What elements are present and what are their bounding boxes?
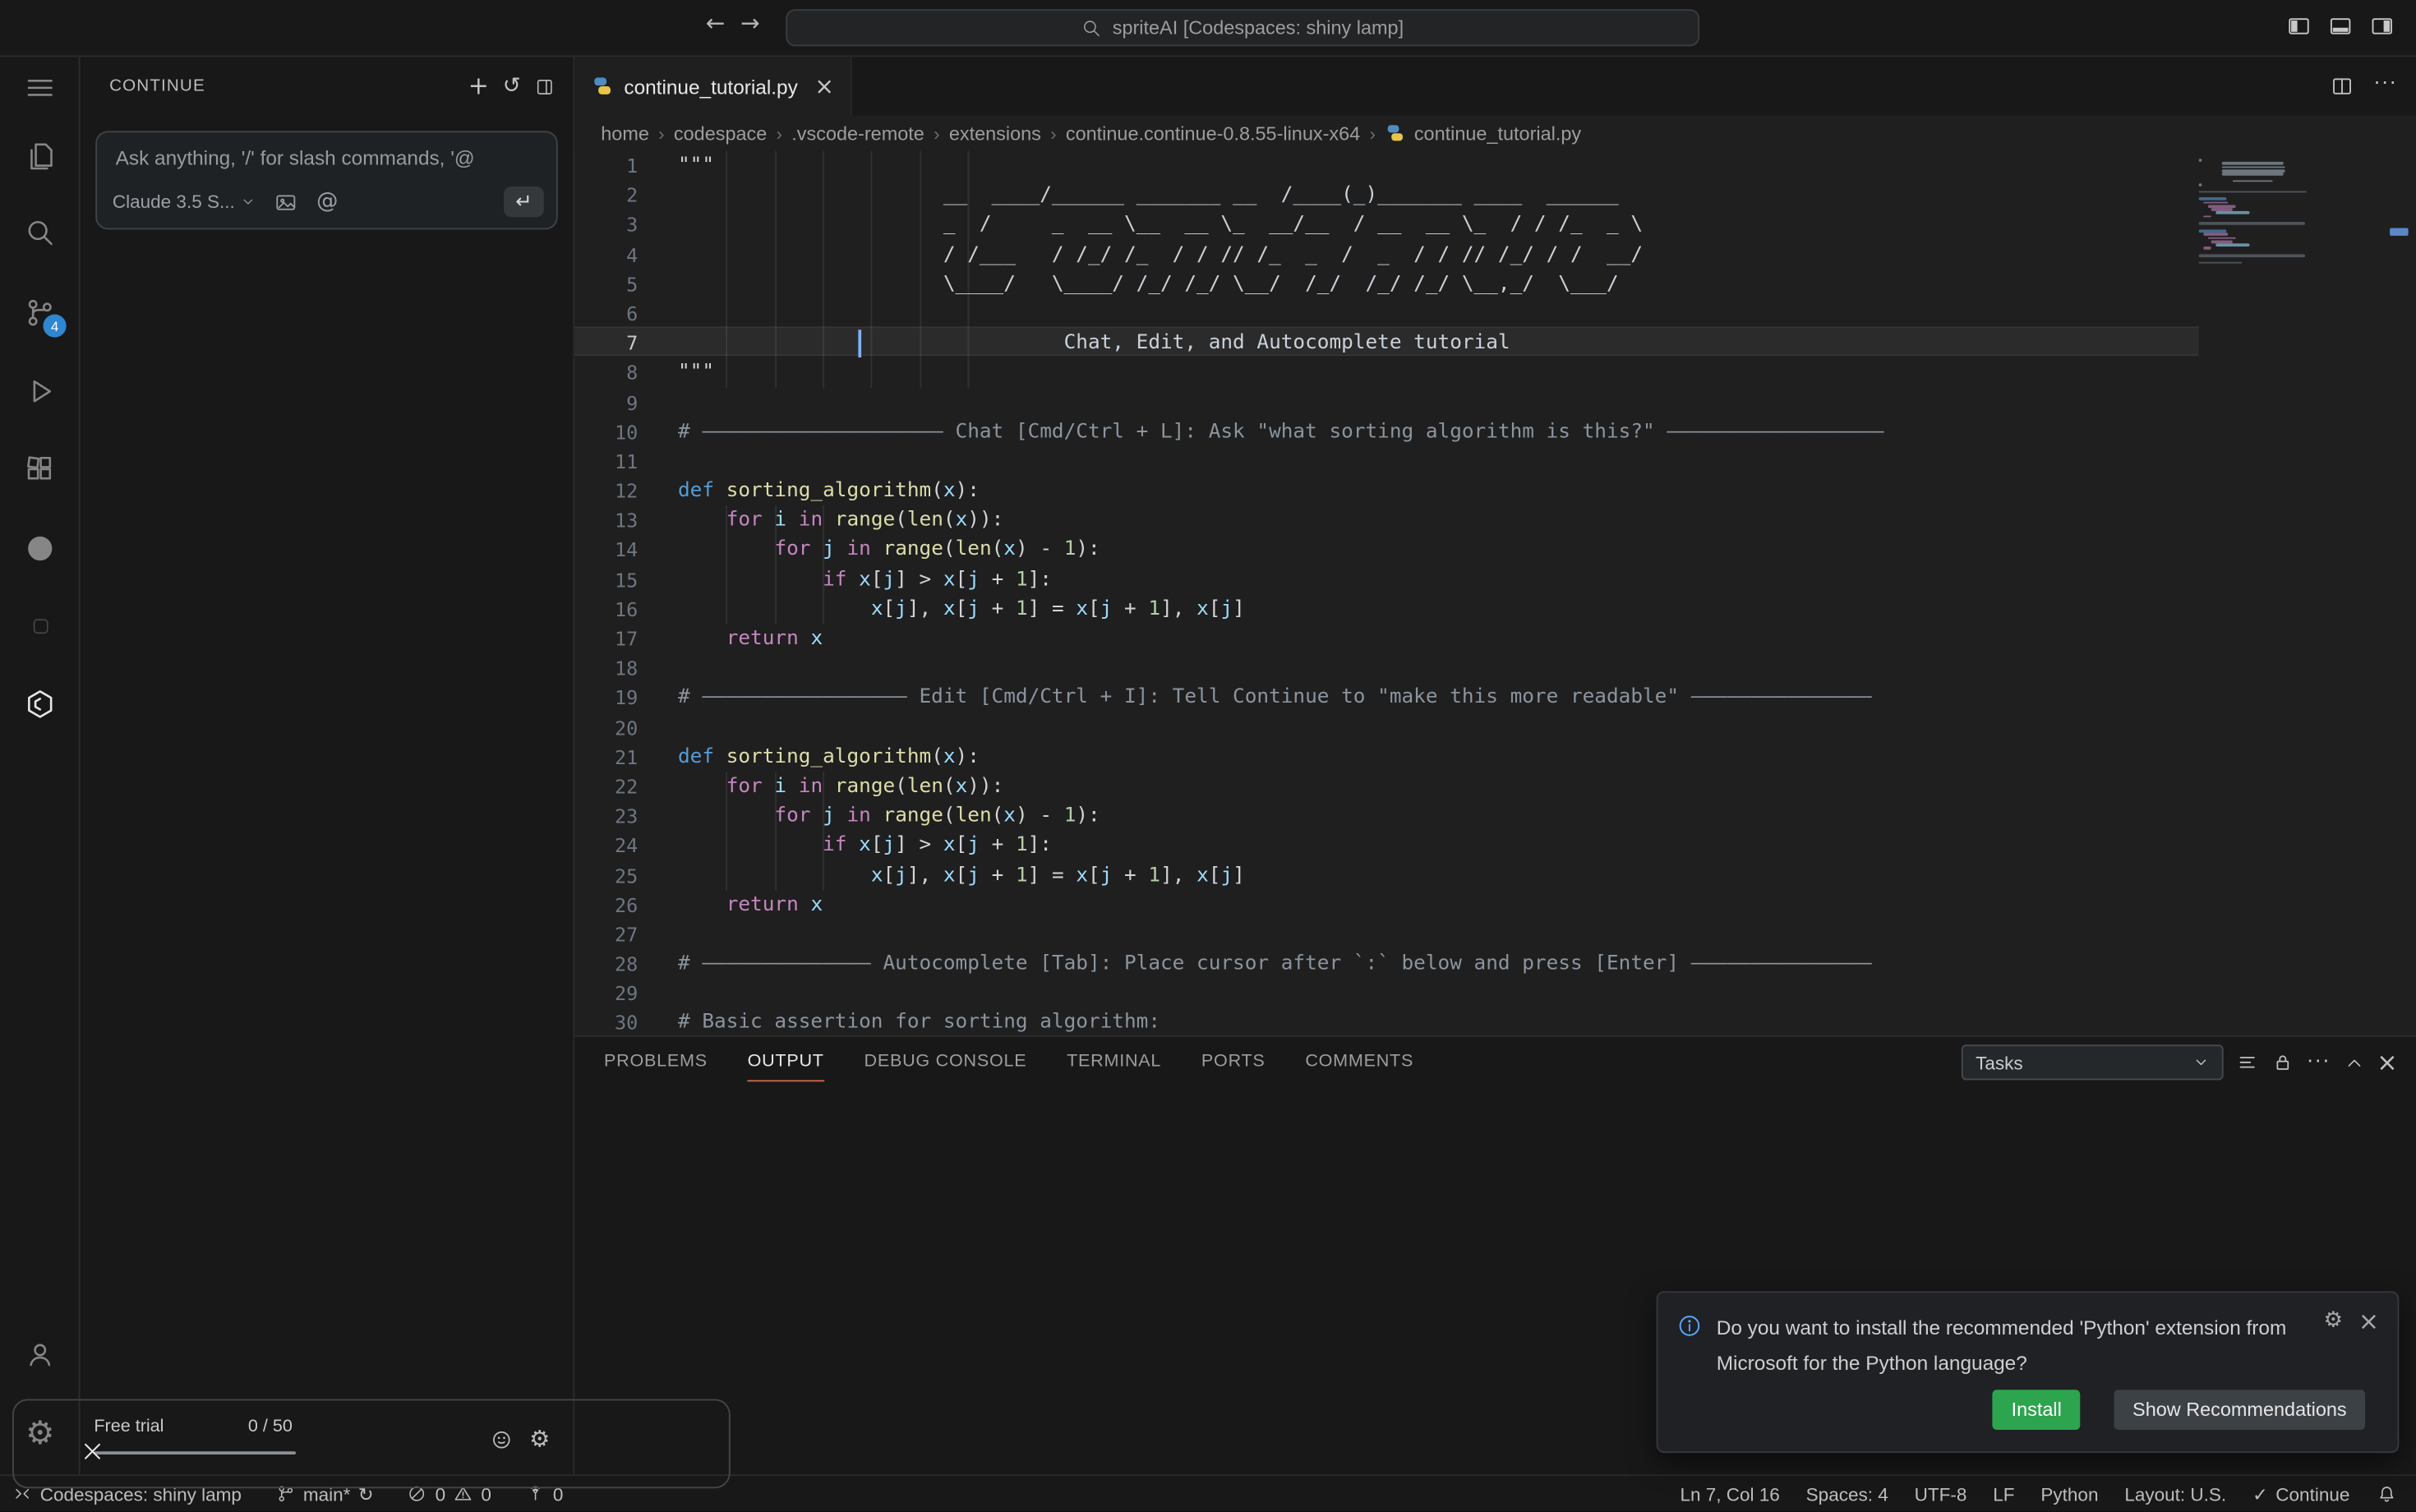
- minimap[interactable]: [2199, 151, 2382, 1035]
- chat-input[interactable]: Ask anything, '/' for slash commands, '@…: [95, 131, 558, 229]
- toggle-sidebar-icon[interactable]: [2287, 14, 2312, 39]
- model-selector[interactable]: Claude 3.5 S...: [113, 191, 256, 213]
- breadcrumb-item[interactable]: continue.continue-0.8.55-linux-x64: [1066, 122, 1360, 144]
- source-control-badge: 4: [44, 315, 67, 338]
- editor-more-icon[interactable]: ···: [2374, 74, 2398, 99]
- encoding-indicator[interactable]: UTF-8: [1915, 1483, 1967, 1505]
- chevron-right-icon: ›: [1050, 122, 1057, 144]
- panel-tab-ports[interactable]: PORTS: [1201, 1053, 1266, 1072]
- breadcrumb-item[interactable]: extensions: [949, 122, 1041, 144]
- chevron-up-icon[interactable]: [2343, 1052, 2364, 1073]
- info-icon: [1676, 1313, 1703, 1339]
- text-cursor: [859, 330, 862, 358]
- breadcrumb-item[interactable]: .vscode-remote: [791, 122, 924, 144]
- history-icon[interactable]: ↺: [503, 76, 521, 97]
- tab-close-icon[interactable]: ×: [814, 72, 834, 100]
- code-editor[interactable]: 1234567891011121314151617181920212223242…: [574, 151, 2416, 1035]
- check-icon: ✓: [2252, 1485, 2268, 1504]
- extension-misc-icon[interactable]: [0, 595, 81, 657]
- toggle-secondary-sidebar-icon[interactable]: [2370, 14, 2395, 39]
- chevron-right-icon: ›: [658, 122, 665, 144]
- attach-image-icon[interactable]: [274, 191, 297, 214]
- free-trial-usage: 0 / 50: [248, 1418, 293, 1436]
- continue-sidebar: CONTINUE + ↺ Ask anything, '/' for slash…: [81, 57, 575, 1475]
- split-editor-icon[interactable]: [2329, 74, 2354, 99]
- tab-label: continue_tutorial.py: [624, 75, 797, 98]
- chevron-right-icon: ›: [1369, 122, 1376, 144]
- tab-bar: continue_tutorial.py × ···: [574, 57, 2416, 115]
- panel-close-icon[interactable]: ×: [2377, 1050, 2397, 1075]
- python-file-icon: [592, 76, 613, 97]
- sidebar-title: CONTINUE: [109, 77, 468, 96]
- free-trial-widget: Free trial 0 / 50 ⚙: [12, 1399, 731, 1489]
- panel-tab-terminal[interactable]: TERMINAL: [1067, 1053, 1161, 1072]
- python-file-icon: [1385, 123, 1404, 143]
- free-trial-slider[interactable]: [94, 1451, 296, 1454]
- breadcrumb: home › codespace › .vscode-remote › exte…: [574, 116, 2416, 151]
- panel-more-icon[interactable]: ···: [2307, 1053, 2331, 1072]
- search-icon: [1081, 18, 1101, 38]
- nav-back-icon[interactable]: ←: [706, 12, 726, 35]
- free-trial-label: Free trial: [94, 1418, 164, 1436]
- continue-status-item[interactable]: ✓ Continue: [2252, 1483, 2349, 1505]
- maximize-panel-icon[interactable]: [535, 76, 555, 96]
- chevron-down-icon: [241, 194, 256, 210]
- gutter[interactable]: 1234567891011121314151617181920212223242…: [574, 151, 638, 1035]
- breadcrumb-item[interactable]: codespace: [674, 122, 767, 144]
- panel-tab-problems[interactable]: PROBLEMS: [604, 1053, 708, 1072]
- install-button[interactable]: Install: [1993, 1390, 2080, 1430]
- github-icon[interactable]: [0, 518, 81, 579]
- accounts-icon[interactable]: [0, 1324, 81, 1385]
- chevron-right-icon: ›: [934, 122, 940, 144]
- slider-handle-x-icon[interactable]: [79, 1437, 107, 1465]
- cursor-position-indicator[interactable]: Ln 7, Col 16: [1680, 1483, 1779, 1505]
- vscode-window: ← → spriteAI [Codespaces: shiny lamp]: [0, 0, 2416, 1512]
- output-list-icon[interactable]: [2236, 1051, 2259, 1074]
- notification-gear-icon[interactable]: ⚙: [2324, 1310, 2344, 1335]
- command-center-search[interactable]: spriteAI [Codespaces: shiny lamp]: [786, 9, 1699, 46]
- notification-message: Do you want to install the recommended '…: [1717, 1310, 2336, 1381]
- explorer-icon[interactable]: [0, 127, 81, 188]
- minimap-content: [2199, 159, 2382, 265]
- command-center-text: spriteAI [Codespaces: shiny lamp]: [1113, 17, 1404, 39]
- run-debug-icon[interactable]: [0, 361, 81, 422]
- code-lines: """ __ ____/______ _______ __ /____(_)__…: [678, 151, 1884, 1035]
- eol-indicator[interactable]: LF: [1993, 1483, 2014, 1505]
- menu-icon[interactable]: [0, 57, 81, 118]
- search-sidebar-icon[interactable]: [0, 202, 81, 264]
- keyboard-layout-indicator[interactable]: Layout: U.S.: [2124, 1483, 2226, 1505]
- free-trial-gear-icon[interactable]: ⚙: [529, 1428, 550, 1451]
- editor-area: continue_tutorial.py × ··· home › codesp…: [574, 57, 2416, 1035]
- title-bar: ← → spriteAI [Codespaces: shiny lamp]: [0, 0, 2416, 57]
- send-button[interactable]: ↵: [504, 187, 544, 218]
- chat-input-placeholder: Ask anything, '/' for slash commands, '@: [116, 146, 475, 169]
- indentation-indicator[interactable]: Spaces: 4: [1806, 1483, 1888, 1505]
- continue-extension-icon[interactable]: [0, 673, 81, 735]
- chevron-down-icon: [2192, 1054, 2210, 1072]
- panel-tab-comments[interactable]: COMMENTS: [1305, 1053, 1413, 1072]
- notification-toast: Do you want to install the recommended '…: [1657, 1291, 2400, 1453]
- extensions-icon[interactable]: [0, 439, 81, 500]
- chevron-right-icon: ›: [777, 122, 783, 144]
- new-session-icon[interactable]: +: [468, 74, 489, 99]
- notification-close-icon[interactable]: ×: [2358, 1310, 2379, 1335]
- lock-scroll-icon[interactable]: [2271, 1051, 2294, 1074]
- mention-icon[interactable]: @: [316, 191, 338, 213]
- panel-tab-debug-console[interactable]: DEBUG CONSOLE: [864, 1053, 1026, 1072]
- panel-tab-output[interactable]: OUTPUT: [748, 1053, 824, 1072]
- toggle-panel-icon[interactable]: [2328, 14, 2353, 39]
- breadcrumb-item-file[interactable]: continue_tutorial.py: [1414, 122, 1581, 144]
- breadcrumb-item[interactable]: home: [601, 122, 649, 144]
- show-recommendations-button[interactable]: Show Recommendations: [2114, 1390, 2366, 1430]
- output-channel-dropdown[interactable]: Tasks: [1962, 1044, 2224, 1080]
- source-control-icon[interactable]: 4: [0, 282, 81, 343]
- activity-bar: 4 ⚙: [0, 57, 81, 1475]
- overview-ruler-cursor-marker: [2390, 228, 2409, 236]
- tab-continue-tutorial[interactable]: continue_tutorial.py ×: [574, 57, 852, 115]
- language-indicator[interactable]: Python: [2040, 1483, 2098, 1505]
- nav-forward-icon[interactable]: →: [740, 12, 760, 35]
- bell-icon[interactable]: [2376, 1483, 2397, 1505]
- feedback-icon[interactable]: [489, 1428, 512, 1451]
